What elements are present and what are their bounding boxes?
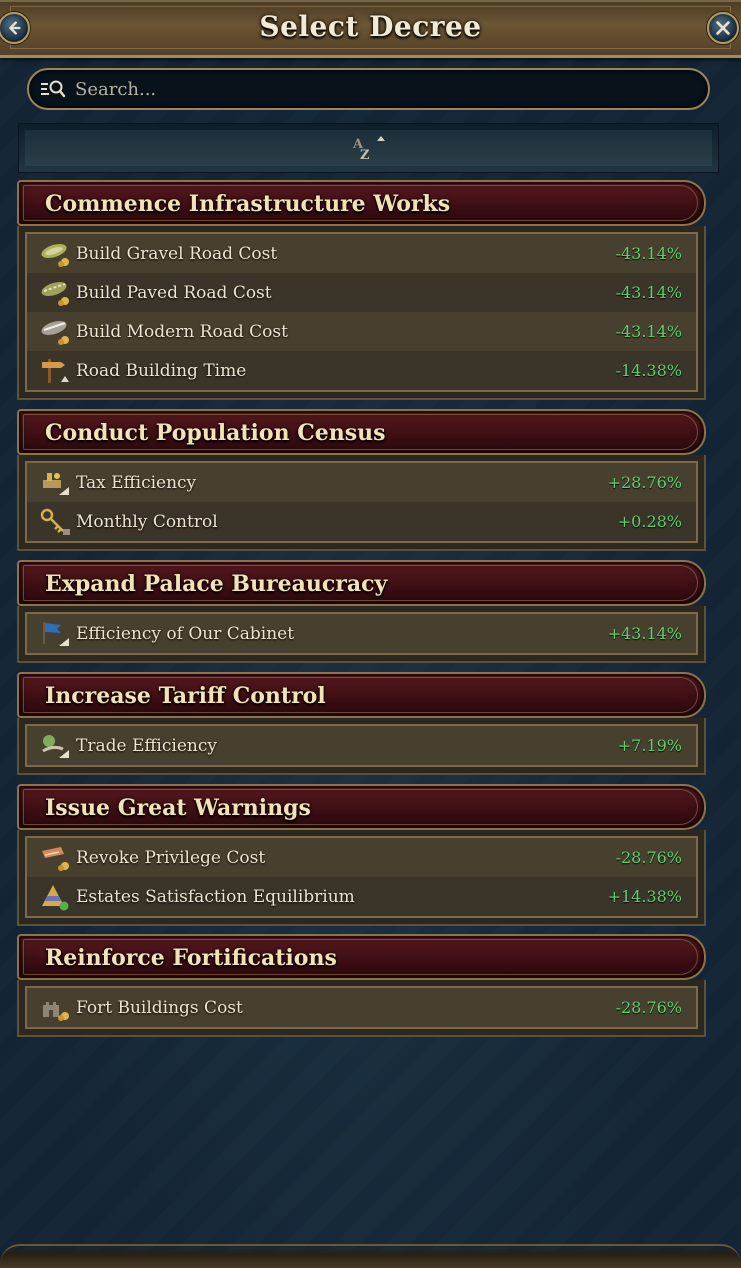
effect-row: Revoke Privilege Cost -28.76% — [27, 838, 696, 877]
search-bar[interactable] — [27, 68, 710, 110]
effect-value: -43.14% — [615, 322, 682, 341]
effect-label: Build Gravel Road Cost — [76, 243, 278, 264]
fort-icon — [43, 1001, 69, 1021]
decree-header[interactable]: Conduct Population Census — [17, 409, 706, 455]
trade-icon — [42, 734, 69, 758]
effect-value: -28.76% — [615, 998, 682, 1017]
effect-row: Trade Efficiency +7.19% — [27, 726, 696, 765]
gravel-road-icon — [41, 243, 69, 267]
effect-label: Revoke Privilege Cost — [76, 847, 266, 868]
decree-commence-infrastructure-works[interactable]: Commence Infrastructure Works Build Grav… — [17, 180, 706, 400]
modern-road-icon — [41, 320, 69, 345]
effect-value: +7.19% — [617, 736, 682, 755]
decree-effects: Fort Buildings Cost -28.76% — [17, 980, 706, 1037]
effect-row: Build Gravel Road Cost -43.14% — [27, 234, 696, 273]
tax-efficiency-icon — [43, 472, 69, 495]
decree-title: Expand Palace Bureaucracy — [45, 571, 388, 597]
decree-title: Issue Great Warnings — [45, 795, 311, 821]
decree-title: Conduct Population Census — [45, 420, 386, 446]
decree-title: Increase Tariff Control — [45, 683, 326, 709]
decree-header[interactable]: Issue Great Warnings — [17, 784, 706, 830]
effect-label: Monthly Control — [76, 511, 218, 532]
effect-label: Trade Efficiency — [76, 735, 217, 756]
effect-row: Monthly Control +0.28% — [27, 502, 696, 541]
decree-effects: Revoke Privilege Cost -28.76% Estates Sa… — [17, 830, 706, 926]
window-title: Select Decree — [259, 10, 482, 43]
decree-effects: Tax Efficiency +28.76% Monthly Control +… — [17, 455, 706, 551]
decree-header[interactable]: Expand Palace Bureaucracy — [17, 560, 706, 606]
effect-label: Tax Efficiency — [76, 472, 197, 493]
panel-bottom-frame — [0, 1244, 741, 1268]
decree-conduct-population-census[interactable]: Conduct Population Census Tax Efficiency… — [17, 409, 706, 551]
paved-road-icon — [41, 281, 69, 306]
effect-row: Tax Efficiency +28.76% — [27, 463, 696, 502]
close-icon — [716, 21, 730, 35]
effect-value: +28.76% — [607, 473, 682, 492]
effect-value: -43.14% — [615, 244, 682, 263]
decree-expand-palace-bureaucracy[interactable]: Expand Palace Bureaucracy Efficiency of … — [17, 560, 706, 663]
close-button[interactable] — [707, 12, 739, 44]
search-input[interactable] — [75, 78, 675, 100]
effect-row: Road Building Time -14.38% — [27, 351, 696, 390]
effect-value: +0.28% — [617, 512, 682, 531]
window-header: Select Decree — [0, 0, 741, 58]
decree-title: Reinforce Fortifications — [45, 945, 337, 971]
decree-effects: Build Gravel Road Cost -43.14% Build Pav… — [17, 226, 706, 400]
effect-label: Efficiency of Our Cabinet — [76, 623, 295, 644]
decree-header[interactable]: Reinforce Fortifications — [17, 934, 706, 980]
sort-az-icon: A Z — [352, 136, 385, 163]
search-filter-icon — [41, 80, 66, 98]
sort-alphabetical-button[interactable]: A Z — [349, 133, 389, 163]
privilege-scroll-icon — [42, 846, 69, 871]
effect-label: Fort Buildings Cost — [76, 997, 243, 1018]
sort-bar: A Z — [18, 123, 719, 173]
key-control-icon — [40, 508, 70, 535]
road-sign-icon — [42, 358, 69, 383]
decree-reinforce-fortifications[interactable]: Reinforce Fortifications Fort Buildings … — [17, 934, 706, 1037]
effect-label: Build Paved Road Cost — [76, 282, 272, 303]
effect-row: Estates Satisfaction Equilibrium +14.38% — [27, 877, 696, 916]
effect-value: +14.38% — [607, 887, 682, 906]
effect-value: +43.14% — [607, 624, 682, 643]
effect-value: -28.76% — [615, 848, 682, 867]
decree-issue-great-warnings[interactable]: Issue Great Warnings Revoke Privilege Co… — [17, 784, 706, 926]
decree-title: Commence Infrastructure Works — [45, 191, 451, 217]
effect-value: -14.38% — [615, 361, 682, 380]
cabinet-flag-icon — [43, 621, 69, 646]
effect-row: Build Paved Road Cost -43.14% — [27, 273, 696, 312]
decree-header[interactable]: Increase Tariff Control — [17, 672, 706, 718]
effect-label: Estates Satisfaction Equilibrium — [76, 886, 355, 907]
decree-effects: Trade Efficiency +7.19% — [17, 718, 706, 775]
effect-row: Efficiency of Our Cabinet +43.14% — [27, 614, 696, 653]
effect-row: Build Modern Road Cost -43.14% — [27, 312, 696, 351]
estates-pyramid-icon — [42, 884, 69, 910]
decree-header[interactable]: Commence Infrastructure Works — [17, 180, 706, 226]
decree-effects: Efficiency of Our Cabinet +43.14% — [17, 606, 706, 663]
effect-label: Road Building Time — [76, 360, 247, 381]
effect-value: -43.14% — [615, 283, 682, 302]
effect-row: Fort Buildings Cost -28.76% — [27, 988, 696, 1027]
decree-increase-tariff-control[interactable]: Increase Tariff Control Trade Efficiency… — [17, 672, 706, 775]
svg-text:Z: Z — [360, 148, 370, 163]
effect-label: Build Modern Road Cost — [76, 321, 288, 342]
